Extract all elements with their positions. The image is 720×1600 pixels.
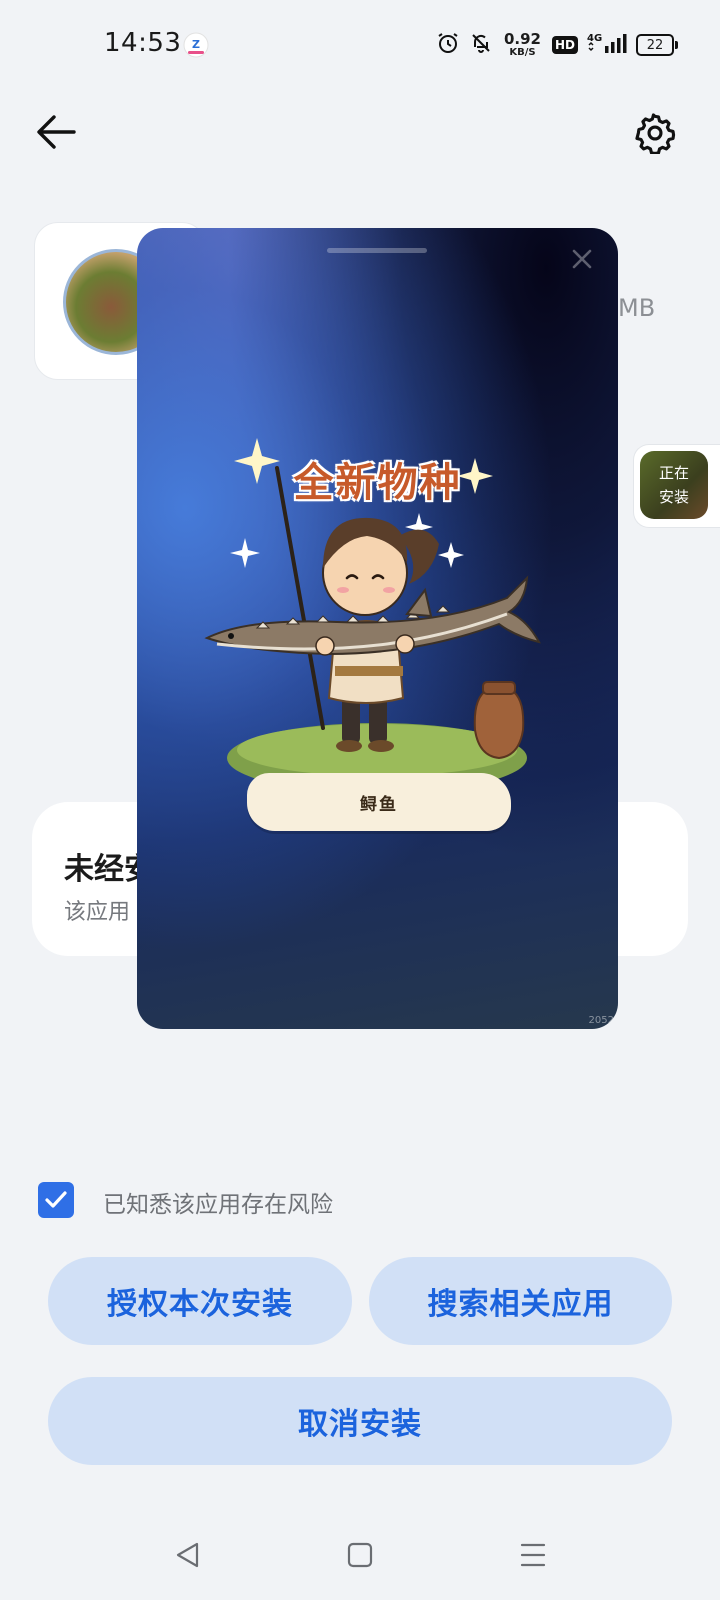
network-speed-unit: KB/S: [509, 47, 536, 58]
nav-back-button[interactable]: [173, 1540, 203, 1570]
close-icon: [572, 249, 592, 269]
installing-label-line1: 正在: [658, 464, 689, 482]
ad-id: 2052: [588, 1015, 614, 1026]
installing-float-badge[interactable]: 正在 安装: [633, 444, 720, 528]
network-speed: 0.92 KB/S: [504, 32, 541, 58]
svg-text:Z: Z: [192, 38, 200, 51]
ad-headline: 全新物种: [293, 459, 462, 506]
alarm-icon: [436, 31, 460, 59]
arrow-left-icon: [37, 115, 76, 149]
settings-button[interactable]: [634, 112, 676, 156]
ad-caption-plate: 鲟鱼: [247, 773, 511, 831]
close-button[interactable]: [567, 244, 597, 274]
hd-badge: HD: [551, 36, 578, 54]
back-button[interactable]: [34, 112, 78, 152]
status-icons: 0.92 KB/S HD 4G 22: [436, 30, 678, 60]
ad-caption: 鲟鱼: [360, 794, 398, 815]
nav-recents-button[interactable]: [518, 1540, 548, 1570]
warning-description: 该应用: [64, 900, 131, 925]
status-bar: 14:53 Z 0.92 KB/S HD 4G 22: [0, 0, 720, 90]
app-notification-icon: Z: [183, 32, 209, 58]
mute-bell-icon: [469, 31, 493, 59]
checkmark-icon: [45, 1191, 67, 1208]
warning-title: 未经安: [64, 852, 144, 887]
battery-level: 22: [646, 37, 664, 53]
gear-icon: [635, 113, 676, 156]
app-size-label: MB: [618, 294, 656, 322]
risk-acknowledge-label[interactable]: 已知悉该应用存在风险: [103, 1185, 333, 1219]
status-time: 14:53: [104, 28, 182, 58]
battery-icon: 22: [636, 34, 678, 56]
risk-acknowledge-checkbox[interactable]: [38, 1182, 74, 1218]
network-speed-value: 0.92: [503, 30, 541, 48]
signal-4g-icon: 4G: [587, 31, 627, 59]
installing-thumbnail: 正在 安装: [640, 451, 708, 519]
ad-popup[interactable]: 全新物种 鲟鱼 2052: [137, 228, 618, 1029]
nav-home-button[interactable]: [345, 1540, 375, 1570]
menu-lines-icon: [520, 1543, 546, 1567]
network-type-label: 4G: [587, 33, 602, 44]
triangle-back-icon: [176, 1542, 199, 1568]
cancel-install-button[interactable]: 取消安装: [48, 1377, 672, 1465]
search-related-apps-button[interactable]: 搜索相关应用: [369, 1257, 672, 1345]
installing-label-line2: 安装: [658, 488, 689, 506]
authorize-install-button[interactable]: 授权本次安装: [48, 1257, 352, 1345]
square-home-icon: [347, 1542, 373, 1568]
drag-handle[interactable]: [327, 248, 427, 253]
